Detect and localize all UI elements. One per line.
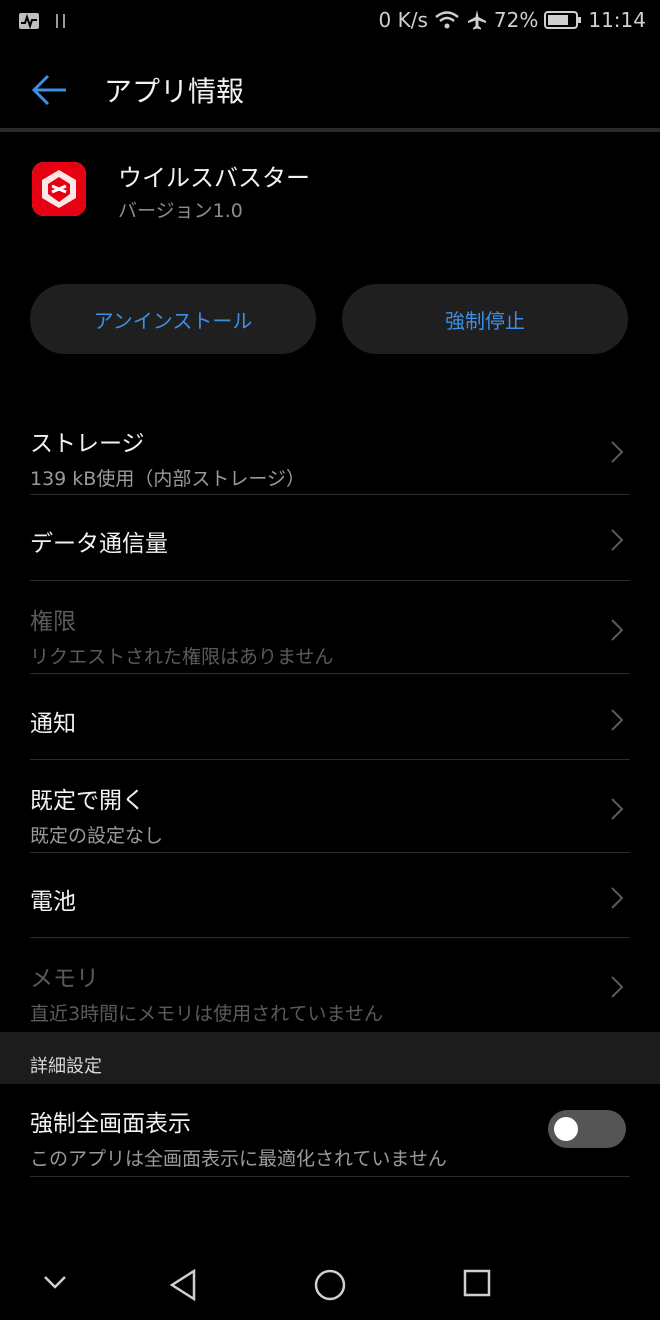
header-divider bbox=[0, 128, 660, 132]
divider bbox=[30, 937, 630, 938]
list-item-storage[interactable]: ストレージ 139 kB使用（内部ストレージ） bbox=[30, 424, 630, 491]
back-arrow-icon[interactable] bbox=[30, 70, 70, 110]
app-info: ウイルスバスター バージョン1.0 bbox=[0, 150, 660, 240]
uninstall-button[interactable]: アンインストール bbox=[30, 284, 316, 354]
list-item-notifications[interactable]: 通知 bbox=[30, 704, 630, 738]
signal-icon bbox=[56, 14, 65, 28]
item-subtitle: このアプリは全画面表示に最適化されていません bbox=[30, 1148, 447, 1170]
recents-square-icon[interactable] bbox=[462, 1268, 492, 1298]
navigation-bar bbox=[0, 1250, 660, 1320]
list-item-memory[interactable]: メモリ 直近3時間にメモリは使用されていません bbox=[30, 959, 630, 1026]
list-item-permissions[interactable]: 権限 リクエストされた権限はありません bbox=[30, 602, 630, 669]
item-title: メモリ bbox=[30, 966, 99, 992]
section-label: 詳細設定 bbox=[30, 1056, 102, 1077]
divider bbox=[30, 580, 630, 581]
chevron-right-icon bbox=[611, 887, 624, 909]
chevron-right-icon bbox=[611, 798, 624, 820]
app-version: バージョン1.0 bbox=[118, 200, 243, 222]
activity-icon bbox=[19, 13, 39, 30]
back-triangle-icon[interactable] bbox=[168, 1268, 198, 1302]
list-item-open-by-default[interactable]: 既定で開く 既定の設定なし bbox=[30, 781, 630, 848]
divider bbox=[30, 494, 630, 495]
divider bbox=[30, 673, 630, 674]
status-bar: 0 K/s 72% 11:14 bbox=[0, 0, 660, 44]
item-title: ストレージ bbox=[30, 431, 145, 457]
item-subtitle: 直近3時間にメモリは使用されていません bbox=[30, 1003, 383, 1025]
item-title: 権限 bbox=[30, 609, 76, 635]
app-bar: アプリ情報 bbox=[0, 44, 660, 130]
airplane-icon bbox=[467, 10, 486, 30]
divider bbox=[30, 852, 630, 853]
chevron-down-icon[interactable] bbox=[42, 1268, 68, 1298]
item-title: 強制全画面表示 bbox=[30, 1111, 191, 1137]
force-stop-button[interactable]: 強制停止 bbox=[342, 284, 628, 354]
item-subtitle: 139 kB使用（内部ストレージ） bbox=[30, 468, 305, 490]
clock: 11:14 bbox=[588, 8, 646, 32]
page-title: アプリ情報 bbox=[104, 75, 245, 108]
item-title: 電池 bbox=[30, 889, 76, 915]
fullscreen-toggle[interactable] bbox=[548, 1110, 626, 1148]
item-subtitle: リクエストされた権限はありません bbox=[30, 646, 334, 668]
wifi-icon bbox=[435, 11, 459, 29]
item-title: データ通信量 bbox=[30, 531, 168, 557]
chevron-right-icon bbox=[611, 709, 624, 731]
section-header-advanced: 詳細設定 bbox=[0, 1032, 660, 1084]
divider bbox=[30, 759, 630, 760]
home-circle-icon[interactable] bbox=[313, 1268, 347, 1302]
chevron-right-icon bbox=[611, 619, 624, 641]
list-item-data-usage[interactable]: データ通信量 bbox=[30, 524, 630, 558]
chevron-right-icon bbox=[611, 976, 624, 998]
battery-percent: 72% bbox=[493, 8, 539, 32]
toggle-knob bbox=[554, 1117, 578, 1141]
item-title: 通知 bbox=[30, 711, 76, 737]
battery-icon bbox=[544, 11, 582, 29]
app-icon bbox=[32, 162, 86, 216]
divider bbox=[30, 1176, 630, 1177]
network-speed: 0 K/s bbox=[378, 8, 428, 32]
item-title: 既定で開く bbox=[30, 788, 145, 814]
list-item-force-fullscreen[interactable]: 強制全画面表示 このアプリは全画面表示に最適化されていません bbox=[30, 1104, 630, 1171]
list-item-battery[interactable]: 電池 bbox=[30, 882, 630, 916]
chevron-right-icon bbox=[611, 441, 624, 463]
app-name: ウイルスバスター bbox=[118, 164, 310, 192]
chevron-right-icon bbox=[611, 529, 624, 551]
item-subtitle: 既定の設定なし bbox=[30, 825, 164, 847]
